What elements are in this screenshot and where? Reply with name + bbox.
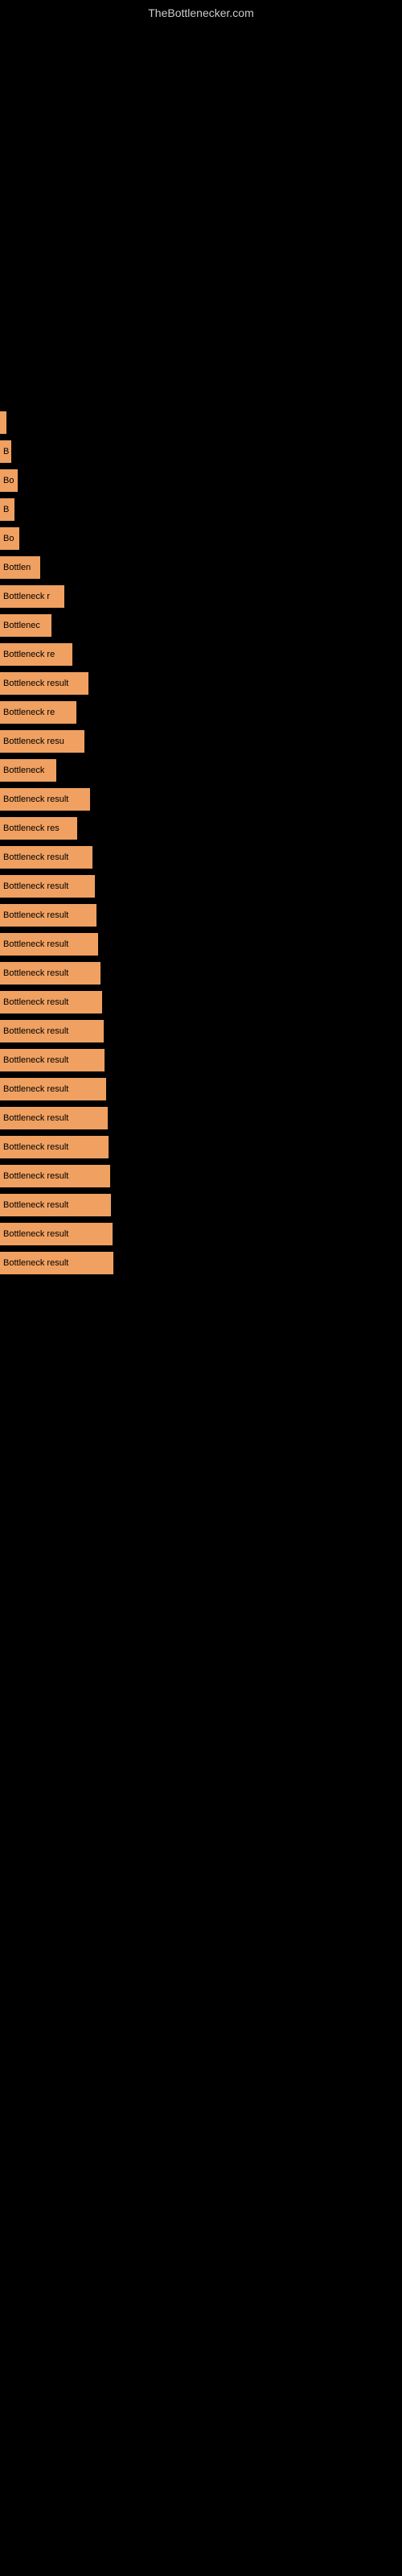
bar-fill	[0, 411, 6, 434]
bottleneck-bars: B Bo B Bo Bottlen Bottleneck r Bottlenec Bottle…	[0, 409, 402, 1277]
bar-fill: Bo	[0, 469, 18, 492]
bar-fill: Bottleneck result	[0, 672, 88, 695]
chart-area	[0, 23, 402, 409]
bar-fill: Bottleneck result	[0, 991, 102, 1013]
bar-fill: Bottleneck result	[0, 788, 90, 811]
bar-row: Bottleneck res	[0, 815, 402, 842]
bar-fill: Bottleneck re	[0, 701, 76, 724]
bar-fill: Bottleneck	[0, 759, 56, 782]
bar-fill: Bottleneck result	[0, 846, 92, 869]
bar-fill: Bottleneck result	[0, 1020, 104, 1042]
bar-fill: Bottleneck result	[0, 1165, 110, 1187]
bar-fill: Bottleneck re	[0, 643, 72, 666]
bar-row: Bottleneck result	[0, 1220, 402, 1248]
bar-row: Bottleneck result	[0, 989, 402, 1016]
bar-fill: Bottleneck resu	[0, 730, 84, 753]
bar-fill: Bottleneck result	[0, 1107, 108, 1129]
bar-row: Bottleneck result	[0, 1162, 402, 1190]
bar-row: Bottleneck result	[0, 873, 402, 900]
bar-fill: Bottlen	[0, 556, 40, 579]
bar-fill: Bottleneck result	[0, 962, 100, 985]
bar-row: Bottleneck result	[0, 786, 402, 813]
bar-fill: Bottleneck result	[0, 1223, 113, 1245]
bar-row: Bottleneck result	[0, 844, 402, 871]
bar-row: Bottleneck	[0, 757, 402, 784]
bar-fill: Bo	[0, 527, 19, 550]
bar-fill: Bottleneck result	[0, 1136, 109, 1158]
bar-row: Bottleneck result	[0, 1075, 402, 1103]
bar-fill: Bottleneck result	[0, 1194, 111, 1216]
bar-row: Bottleneck re	[0, 641, 402, 668]
bar-row: Bottlen	[0, 554, 402, 581]
bar-fill: Bottleneck result	[0, 1078, 106, 1100]
bar-row: Bottleneck resu	[0, 728, 402, 755]
bar-row: Bottleneck result	[0, 1249, 402, 1277]
bar-row: Bottlenec	[0, 612, 402, 639]
bar-fill: B	[0, 498, 14, 521]
bar-row: Bottleneck result	[0, 670, 402, 697]
bar-row: Bottleneck result	[0, 1104, 402, 1132]
bar-row: B	[0, 496, 402, 523]
bar-row: Bo	[0, 525, 402, 552]
bar-row: Bottleneck result	[0, 1046, 402, 1074]
bar-row: B	[0, 438, 402, 465]
bar-fill: Bottleneck result	[0, 1049, 105, 1071]
site-title: TheBottlenecker.com	[0, 0, 402, 23]
bar-row: Bottleneck r	[0, 583, 402, 610]
bar-row: Bottleneck result	[0, 931, 402, 958]
bar-fill: Bottleneck result	[0, 875, 95, 898]
bar-fill: B	[0, 440, 11, 463]
bar-row	[0, 409, 402, 436]
bar-row: Bottleneck re	[0, 699, 402, 726]
bar-fill: Bottleneck result	[0, 1252, 113, 1274]
bar-row: Bottleneck result	[0, 960, 402, 987]
bar-fill: Bottleneck r	[0, 585, 64, 608]
bar-fill: Bottleneck res	[0, 817, 77, 840]
bar-fill: Bottlenec	[0, 614, 51, 637]
bar-row: Bottleneck result	[0, 1133, 402, 1161]
bar-row: Bottleneck result	[0, 1191, 402, 1219]
bar-fill: Bottleneck result	[0, 933, 98, 956]
bar-fill: Bottleneck result	[0, 904, 96, 927]
bar-row: Bottleneck result	[0, 902, 402, 929]
bar-row: Bo	[0, 467, 402, 494]
bar-row: Bottleneck result	[0, 1018, 402, 1045]
